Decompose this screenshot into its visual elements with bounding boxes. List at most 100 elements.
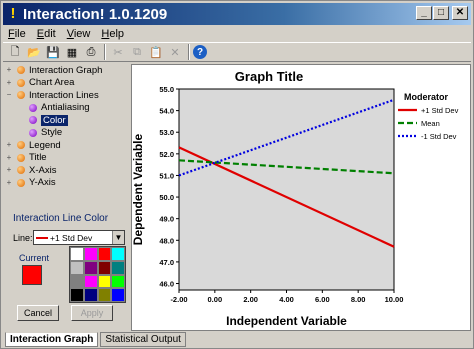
menu-edit[interactable]: Edit	[37, 26, 56, 42]
tree-item-chart-area[interactable]: + Chart Area	[5, 77, 130, 90]
legend-entry: Mean	[421, 119, 440, 128]
tree-item-label: Legend	[29, 139, 61, 151]
expand-icon[interactable]: +	[5, 78, 13, 87]
x-tick-label: 4.00	[279, 295, 294, 304]
apply-button[interactable]: Apply	[71, 305, 113, 321]
delete-icon[interactable]: ✕	[166, 43, 184, 61]
node-bullet-icon	[17, 153, 25, 162]
palette-swatch[interactable]	[111, 274, 125, 289]
y-axis-label: Dependent Variable	[132, 133, 145, 245]
options-tree: + Interaction Graph + Chart Area − Interactio…	[5, 64, 130, 204]
node-bullet-icon	[17, 66, 25, 75]
y-tick-label: 50.0	[159, 193, 174, 202]
y-tick-label: 47.0	[159, 258, 174, 267]
open-folder-icon[interactable]: 📂	[25, 43, 43, 61]
palette-swatch[interactable]	[97, 247, 112, 261]
line-swatch	[36, 236, 48, 239]
chart-icon[interactable]: ▦	[63, 43, 81, 61]
toolbar-separator	[188, 44, 190, 60]
y-tick-label: 49.0	[159, 215, 174, 224]
tree-item-title[interactable]: + Title	[5, 152, 130, 165]
tree-item-label: X-Axis	[29, 164, 57, 176]
print-icon[interactable]: ⎙	[82, 43, 100, 61]
legend-title: Moderator	[404, 92, 449, 102]
minimize-button[interactable]: _	[416, 6, 432, 20]
palette-swatch[interactable]	[70, 274, 84, 289]
expand-icon[interactable]: +	[5, 166, 13, 174]
tree-item-label: Color	[41, 114, 68, 126]
tree-item-style[interactable]: Style	[5, 127, 130, 140]
tree-item-y-axis[interactable]: + Y-Axis	[5, 177, 130, 190]
menu-help[interactable]: Help	[101, 26, 124, 42]
chevron-down-icon[interactable]: ▼	[112, 231, 124, 244]
line-select[interactable]: +1 Std Dev ▼	[33, 230, 125, 245]
palette-swatch[interactable]	[111, 260, 125, 275]
node-bullet-icon	[29, 128, 37, 137]
cancel-button[interactable]: Cancel	[17, 305, 59, 321]
current-color-label: Current	[19, 253, 50, 263]
title-bar[interactable]: ! Interaction! 1.0.1209 _ □ ✕	[3, 3, 471, 25]
color-palette	[69, 246, 126, 303]
tab-interaction-graph[interactable]: Interaction Graph	[5, 332, 99, 347]
palette-swatch[interactable]	[83, 274, 98, 289]
palette-swatch[interactable]	[70, 247, 84, 261]
line-label: Line:	[13, 233, 33, 243]
palette-swatch[interactable]	[111, 247, 125, 261]
paste-icon[interactable]: 📋	[147, 43, 165, 61]
save-icon[interactable]: 💾	[44, 43, 62, 61]
x-tick-label: 10.00	[385, 295, 404, 304]
tree-item-legend[interactable]: + Legend	[5, 139, 130, 152]
palette-swatch[interactable]	[70, 260, 84, 275]
app-exclamation-icon: !	[10, 5, 16, 22]
copy-icon[interactable]: ⧉	[128, 43, 146, 61]
menu-file[interactable]: File	[8, 26, 26, 42]
menu-view[interactable]: View	[67, 26, 91, 42]
node-bullet-icon	[17, 78, 25, 87]
tree-item-color[interactable]: Color	[5, 114, 130, 127]
palette-swatch[interactable]	[70, 288, 84, 302]
line-select-value: +1 Std Dev	[50, 232, 93, 243]
interaction-chart: Graph Title 46.0 47.0 48.0 49.0 50.0 51.0 52.0 5…	[131, 69, 459, 328]
help-icon[interactable]: ?	[193, 45, 207, 59]
tree-item-label: Chart Area	[29, 77, 75, 89]
node-bullet-icon	[17, 141, 25, 150]
palette-swatch[interactable]	[83, 260, 98, 275]
palette-swatch[interactable]	[83, 247, 98, 261]
new-file-icon[interactable]: 🗋	[6, 43, 24, 61]
expand-icon[interactable]: +	[5, 178, 13, 187]
expand-icon[interactable]: +	[5, 66, 13, 74]
tree-item-interaction-graph[interactable]: + Interaction Graph	[5, 64, 130, 77]
cut-icon[interactable]: ✂	[109, 43, 127, 61]
x-tick-label: 2.00	[243, 295, 258, 304]
y-tick-label: 51.0	[159, 171, 174, 180]
tree-item-antialiasing[interactable]: Antialiasing	[5, 102, 130, 115]
expand-icon[interactable]: +	[5, 153, 13, 162]
y-tick-label: 55.0	[159, 85, 174, 94]
node-bullet-icon	[29, 103, 37, 112]
tab-statistical-output[interactable]: Statistical Output	[100, 332, 186, 347]
tree-item-label: Antialiasing	[41, 102, 90, 114]
tab-bar: Interaction Graph Statistical Output	[5, 332, 188, 348]
chart-pane: Graph Title 46.0 47.0 48.0 49.0 50.0 51.0 52.0 5…	[131, 64, 471, 331]
palette-swatch[interactable]	[83, 288, 98, 302]
close-button[interactable]: ✕	[452, 6, 468, 20]
palette-swatch[interactable]	[111, 288, 125, 302]
palette-swatch[interactable]	[97, 274, 112, 289]
tree-item-x-axis[interactable]: + X-Axis	[5, 164, 130, 177]
palette-swatch[interactable]	[97, 260, 112, 275]
y-tick-label: 52.0	[159, 150, 174, 159]
tree-item-interaction-lines[interactable]: − Interaction Lines	[5, 89, 130, 102]
palette-swatch[interactable]	[97, 288, 112, 302]
plot-area	[178, 88, 395, 291]
collapse-icon[interactable]: −	[5, 91, 13, 99]
tree-item-label: Interaction Lines	[29, 89, 99, 101]
x-tick-label: 0.00	[208, 295, 223, 304]
toolbar-separator	[104, 44, 106, 60]
tree-item-label: Title	[29, 152, 47, 164]
y-tick-label: 53.0	[159, 128, 174, 137]
x-tick-label: 6.00	[315, 295, 330, 304]
expand-icon[interactable]: +	[5, 141, 13, 149]
current-color-swatch	[22, 265, 42, 285]
maximize-button[interactable]: □	[433, 6, 449, 20]
y-tick-label: 54.0	[159, 107, 174, 116]
